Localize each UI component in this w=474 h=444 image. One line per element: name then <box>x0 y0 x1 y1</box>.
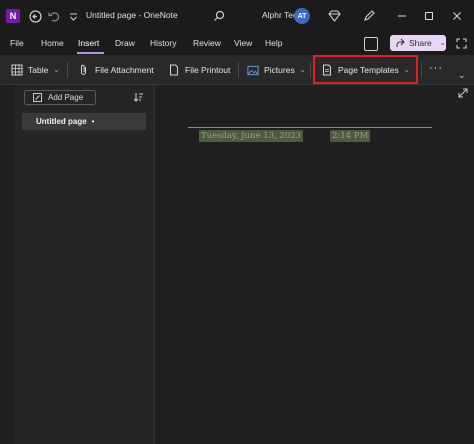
quick-access-dropdown-icon[interactable] <box>65 8 81 24</box>
pictures-label: Pictures <box>264 65 295 75</box>
chevron-down-icon: ⌄ <box>299 67 306 74</box>
onenote-app-icon: N <box>6 9 20 23</box>
sort-icon[interactable] <box>133 92 144 106</box>
document-icon <box>168 64 180 76</box>
menu-file[interactable]: File <box>10 38 24 48</box>
page-time[interactable]: 2:14 PM <box>330 130 371 142</box>
page-list-pane <box>15 85 155 444</box>
page-templates-highlight <box>313 55 418 84</box>
avatar[interactable]: AT <box>294 8 310 24</box>
menu-help[interactable]: Help <box>265 38 282 48</box>
share-icon <box>396 38 405 47</box>
file-printout-label: File Printout <box>185 65 231 75</box>
file-attachment-label: File Attachment <box>95 65 154 75</box>
minimize-button[interactable] <box>393 8 411 24</box>
table-button[interactable]: Table ⌄ <box>11 63 59 77</box>
back-arrow-icon[interactable] <box>27 8 43 24</box>
notebook-icon[interactable] <box>364 37 378 51</box>
pictures-button[interactable]: Pictures ⌄ <box>247 63 306 77</box>
window-title: Untitled page - OneNote <box>86 10 178 20</box>
ribbon-separator <box>310 62 311 78</box>
fullscreen-expand-icon[interactable] <box>454 36 468 50</box>
file-attachment-button[interactable]: File Attachment <box>78 63 154 77</box>
picture-icon <box>247 64 259 76</box>
menu-draw[interactable]: Draw <box>115 38 135 48</box>
search-icon[interactable] <box>211 8 227 24</box>
menu-view[interactable]: View <box>234 38 252 48</box>
undo-icon[interactable] <box>46 8 62 24</box>
premium-diamond-icon[interactable] <box>326 8 342 24</box>
ribbon-separator <box>421 62 422 78</box>
ribbon-collapse-chevron-icon[interactable]: ⌄ <box>458 70 466 81</box>
pen-icon[interactable] <box>361 8 377 24</box>
menu-review[interactable]: Review <box>193 38 221 48</box>
page-title-label: Untitled page <box>36 117 87 126</box>
resize-arrows-icon[interactable] <box>458 88 468 101</box>
ribbon-separator <box>67 62 68 78</box>
table-icon <box>11 64 23 76</box>
ribbon-separator <box>238 62 239 78</box>
close-button[interactable] <box>448 8 466 24</box>
page-date[interactable]: Tuesday, June 13, 2023 <box>199 130 304 142</box>
add-page-label: Add Page <box>48 93 84 102</box>
menu-home[interactable]: Home <box>41 38 64 48</box>
menu-insert[interactable]: Insert <box>78 38 99 48</box>
page-list-item[interactable]: Untitled page • <box>22 113 146 130</box>
active-tab-indicator <box>77 52 104 54</box>
table-label: Table <box>28 65 49 75</box>
paperclip-icon <box>78 64 90 76</box>
add-page-button[interactable]: Add Page <box>24 90 96 105</box>
add-page-icon <box>33 93 42 102</box>
menu-history[interactable]: History <box>150 38 176 48</box>
share-button[interactable]: Share ⌄ <box>390 35 446 51</box>
page-marker: • <box>91 117 95 126</box>
chevron-down-icon: ⌄ <box>53 67 60 74</box>
share-label: Share <box>409 38 432 48</box>
left-strip <box>0 85 15 444</box>
page-title-underline <box>188 127 432 128</box>
file-printout-button[interactable]: File Printout <box>168 63 230 77</box>
chevron-down-icon: ⌄ <box>439 40 446 47</box>
maximize-button[interactable] <box>420 8 438 24</box>
more-options-button[interactable]: ··· <box>429 61 443 75</box>
